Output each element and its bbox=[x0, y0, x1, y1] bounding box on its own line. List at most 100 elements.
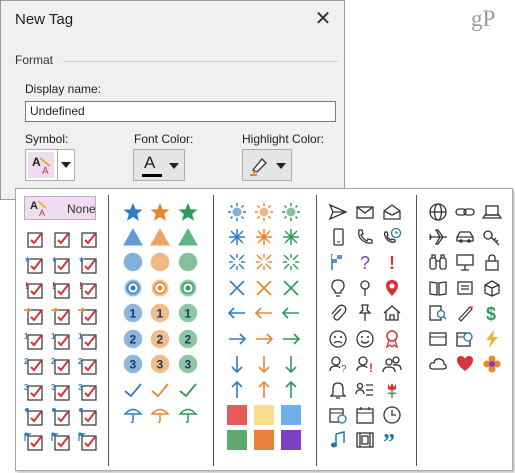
question-icon[interactable]: ? bbox=[355, 252, 375, 272]
envelope-open-icon[interactable] bbox=[455, 278, 475, 298]
ribbon-icon[interactable] bbox=[382, 329, 402, 349]
mobile-icon[interactable] bbox=[328, 227, 348, 247]
circle-green-icon[interactable] bbox=[178, 252, 198, 272]
pushpin-icon[interactable] bbox=[355, 303, 375, 323]
asterisk-orange-icon[interactable] bbox=[254, 227, 274, 247]
people-icon[interactable] bbox=[382, 354, 402, 374]
phone-clock-icon[interactable] bbox=[382, 227, 402, 247]
checkbox-arrow-right-icon[interactable] bbox=[78, 306, 98, 326]
checkbox-1-icon[interactable]: 1 bbox=[24, 331, 44, 351]
asterisk-green-icon[interactable] bbox=[281, 227, 301, 247]
checkbox-3-icon[interactable]: 3 bbox=[24, 382, 44, 402]
book-search-icon[interactable] bbox=[428, 303, 448, 323]
phone-icon[interactable] bbox=[355, 227, 375, 247]
cloud-icon[interactable] bbox=[428, 354, 448, 374]
cross-blue-icon[interactable] bbox=[227, 278, 247, 298]
circle-1-blue-icon[interactable]: 1 bbox=[123, 303, 143, 323]
ring-blue-icon[interactable] bbox=[123, 278, 143, 298]
arrow-left-green-icon[interactable] bbox=[281, 303, 301, 323]
arrow-up-green-icon[interactable] bbox=[281, 380, 301, 400]
square-yellow-icon[interactable] bbox=[254, 405, 274, 425]
lightbulb-icon[interactable] bbox=[328, 278, 348, 298]
pin-red-icon[interactable] bbox=[382, 278, 402, 298]
arrow-up-blue-icon[interactable] bbox=[227, 380, 247, 400]
ring-orange-icon[interactable] bbox=[150, 278, 170, 298]
bell-icon[interactable] bbox=[328, 380, 348, 400]
laptop-icon[interactable] bbox=[482, 202, 502, 222]
checkbox-2-icon[interactable]: 2 bbox=[24, 356, 44, 376]
film-icon[interactable] bbox=[355, 430, 375, 450]
lock-icon[interactable] bbox=[482, 252, 502, 272]
sun-orange-icon[interactable] bbox=[254, 202, 274, 222]
arrow-down-blue-icon[interactable] bbox=[227, 354, 247, 374]
frown-icon[interactable] bbox=[328, 329, 348, 349]
arrow-down-orange-icon[interactable] bbox=[254, 354, 274, 374]
symbol-dropdown-toggle[interactable] bbox=[57, 150, 75, 180]
sun-green-icon[interactable] bbox=[281, 202, 301, 222]
arrow-left-orange-icon[interactable] bbox=[254, 303, 274, 323]
arrow-right-green-icon[interactable] bbox=[281, 329, 301, 349]
circle-2-orange-icon[interactable]: 2 bbox=[150, 329, 170, 349]
clock-icon[interactable] bbox=[382, 405, 402, 425]
square-red-icon[interactable] bbox=[227, 405, 247, 425]
checkbox-arrow-right-icon[interactable] bbox=[51, 306, 71, 326]
binoculars-icon[interactable] bbox=[428, 252, 448, 272]
circle-3-orange-icon[interactable]: 3 bbox=[150, 354, 170, 374]
flower-icon[interactable] bbox=[382, 380, 402, 400]
sun-blue-icon[interactable] bbox=[227, 202, 247, 222]
calendar-clock-icon[interactable] bbox=[328, 405, 348, 425]
square-orange-icon[interactable] bbox=[254, 430, 274, 450]
contact-question-icon[interactable]: ? bbox=[328, 354, 348, 374]
dollar-icon[interactable]: $ bbox=[482, 303, 502, 323]
circle-1-green-icon[interactable]: 1 bbox=[178, 303, 198, 323]
link-icon[interactable] bbox=[455, 202, 475, 222]
umbrella-blue-icon[interactable] bbox=[123, 405, 143, 425]
send-icon[interactable] bbox=[328, 202, 348, 222]
circle-blue-icon[interactable] bbox=[123, 252, 143, 272]
triangle-blue-icon[interactable] bbox=[123, 227, 143, 247]
circle-2-blue-icon[interactable]: 2 bbox=[123, 329, 143, 349]
pencil-icon[interactable] bbox=[455, 303, 475, 323]
burst-green-icon[interactable] bbox=[281, 252, 301, 272]
none-symbol-button[interactable]: A A None bbox=[24, 196, 96, 220]
flag-icon[interactable] bbox=[328, 252, 348, 272]
circle-1-orange-icon[interactable]: 1 bbox=[150, 303, 170, 323]
checkbox-exclamation-icon[interactable]: ! bbox=[24, 280, 44, 300]
calendar-clock-icon-2-icon[interactable] bbox=[455, 329, 475, 349]
checkbox-flag-icon[interactable] bbox=[78, 432, 98, 452]
arrow-down-green-icon[interactable] bbox=[281, 354, 301, 374]
heart-icon[interactable] bbox=[455, 354, 475, 374]
checkbox-2-icon[interactable]: 2 bbox=[51, 356, 71, 376]
checkbox-1-icon[interactable]: 1 bbox=[78, 331, 98, 351]
contact-exclamation-icon[interactable]: ! bbox=[355, 354, 375, 374]
checkbox-2-icon[interactable]: 2 bbox=[78, 356, 98, 376]
arrow-left-blue-icon[interactable] bbox=[227, 303, 247, 323]
burst-orange-icon[interactable] bbox=[254, 252, 274, 272]
star-orange-icon[interactable] bbox=[150, 202, 170, 222]
airplane-icon[interactable] bbox=[428, 227, 448, 247]
box-icon[interactable] bbox=[482, 278, 502, 298]
display-name-input[interactable]: Undefined bbox=[25, 101, 336, 122]
calendar-icon[interactable] bbox=[355, 405, 375, 425]
check-blue-icon[interactable] bbox=[123, 380, 143, 400]
checkbox-person-icon[interactable] bbox=[78, 407, 98, 427]
symbol-dropdown[interactable]: A A bbox=[25, 149, 75, 181]
checkbox-arrow-right-icon[interactable] bbox=[24, 306, 44, 326]
font-color-dropdown[interactable]: A bbox=[133, 149, 185, 181]
paperclip-icon[interactable] bbox=[328, 303, 348, 323]
check-orange-icon[interactable] bbox=[150, 380, 170, 400]
lightning-icon[interactable] bbox=[482, 329, 502, 349]
ring-green-icon[interactable] bbox=[178, 278, 198, 298]
home-icon[interactable] bbox=[382, 303, 402, 323]
key-icon[interactable] bbox=[482, 227, 502, 247]
checkbox-person-icon[interactable] bbox=[51, 407, 71, 427]
mail-open-icon[interactable] bbox=[382, 202, 402, 222]
checkbox-star-icon[interactable]: ★ bbox=[78, 255, 98, 275]
triangle-orange-icon[interactable] bbox=[150, 227, 170, 247]
umbrella-orange-icon[interactable] bbox=[150, 405, 170, 425]
mail-icon[interactable] bbox=[355, 202, 375, 222]
umbrella-green-icon[interactable] bbox=[178, 405, 198, 425]
car-icon[interactable] bbox=[455, 227, 475, 247]
cross-green-icon[interactable] bbox=[281, 278, 301, 298]
square-purple-icon[interactable] bbox=[281, 430, 301, 450]
